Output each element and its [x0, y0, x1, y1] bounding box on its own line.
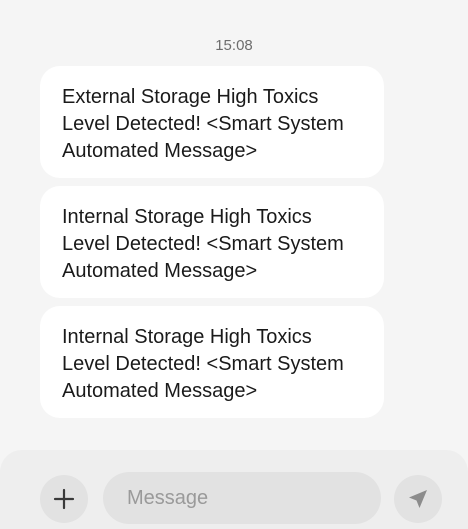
message-timestamp: 15:08 [215, 37, 253, 54]
send-icon [409, 490, 427, 508]
send-button[interactable] [394, 475, 442, 523]
plus-icon [53, 488, 75, 510]
message-bubble[interactable]: External Storage High Toxics Level Detec… [40, 66, 384, 178]
message-bubble[interactable]: Internal Storage High Toxics Level Detec… [40, 306, 384, 418]
message-bubble[interactable]: Internal Storage High Toxics Level Detec… [40, 186, 384, 298]
message-input[interactable] [103, 472, 381, 524]
attach-button[interactable] [40, 475, 88, 523]
